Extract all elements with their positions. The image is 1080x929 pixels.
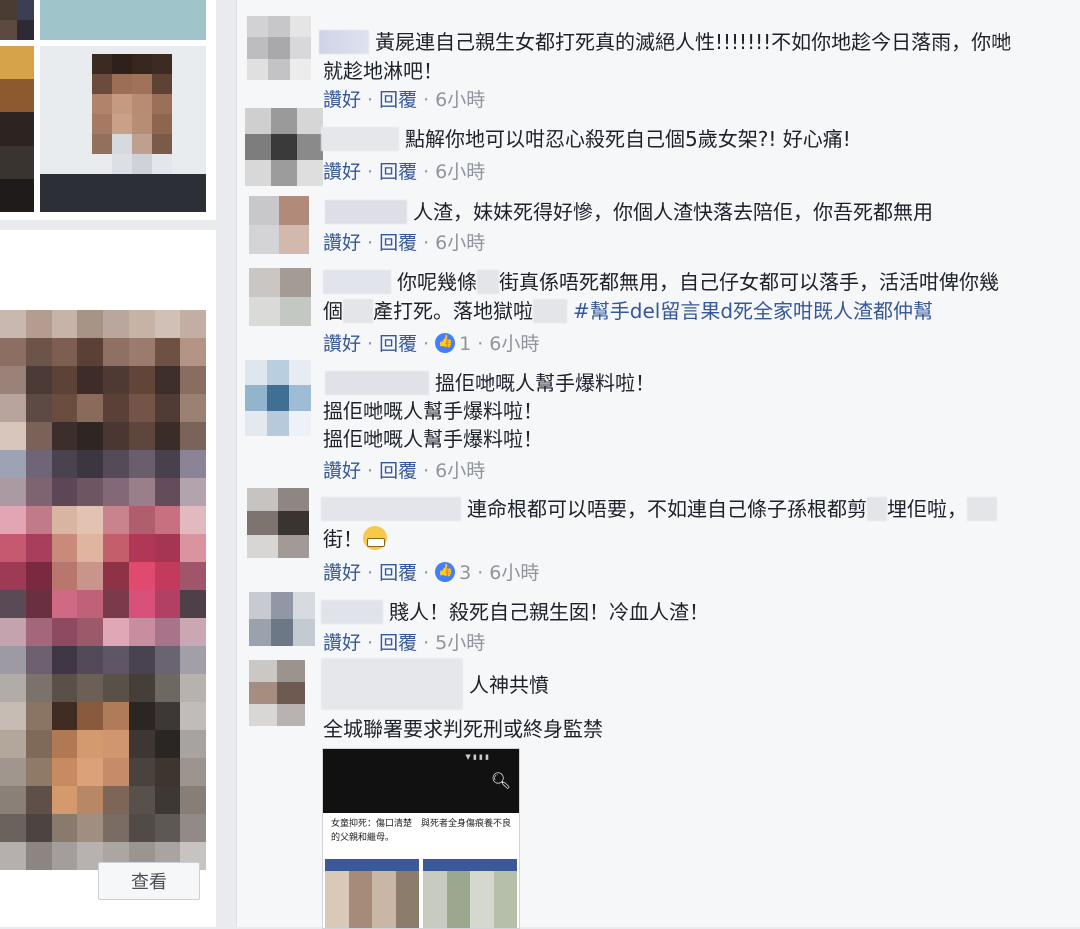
like-link[interactable]: 讚好 xyxy=(323,333,361,355)
blurred-face xyxy=(92,54,172,174)
attachment-caption: 女童抑死：傷口清楚 與死者全身傷痕養不良的父親和繼母。 xyxy=(331,819,512,843)
redacted-text xyxy=(343,299,373,323)
attached-screenshot[interactable]: ▼ ▮ ▮ ▮ 🔍︎ 女童抑死：傷口清楚 與死者全身傷痕養不良的父親和繼母。 xyxy=(322,748,520,929)
comment-text: 搵佢哋嘅人幫手爆料啦！ xyxy=(435,371,655,395)
timestamp[interactable]: 6小時 xyxy=(435,161,485,183)
timestamp[interactable]: 6小時 xyxy=(489,562,539,584)
like-reaction-icon[interactable] xyxy=(435,562,456,582)
redacted-text xyxy=(477,270,499,294)
like-link[interactable]: 讚好 xyxy=(323,161,361,183)
comment-text: 埋佢啦， xyxy=(887,497,967,521)
commenter-avatar[interactable] xyxy=(249,592,315,646)
status-bar: ▼ ▮ ▮ ▮ xyxy=(465,753,489,761)
comment-actions: 讚好 · 回覆 · 5小時 xyxy=(323,632,486,654)
friends-photo-card xyxy=(0,0,216,220)
friend-photo-1[interactable] xyxy=(0,0,34,40)
reply-link[interactable]: 回覆 xyxy=(379,89,417,111)
like-count[interactable]: 1 xyxy=(459,333,471,355)
comment-actions: 讚好 · 回覆 · 6小時 xyxy=(323,89,486,111)
commenter-name[interactable] xyxy=(321,497,461,521)
timestamp[interactable]: 6小時 xyxy=(489,333,539,355)
comment-text: 街真係唔死都無用，自己仔女都可以落手，活活咁俾你幾 xyxy=(499,270,999,294)
commenter-name[interactable] xyxy=(323,270,391,294)
comments-panel: 黃屍連自己親生女都打死真的滅絕人性!!!!!!!不如你地趁今日落雨，你哋 就趁地… xyxy=(236,0,1080,929)
comment-text: 人神共憤 xyxy=(469,673,549,697)
shirt xyxy=(40,174,206,212)
like-link[interactable]: 讚好 xyxy=(323,460,361,482)
attachment-thumbnail xyxy=(423,859,517,928)
comment-text: 你呢幾條 xyxy=(397,270,477,294)
reply-link[interactable]: 回覆 xyxy=(379,333,417,355)
commenter-avatar[interactable] xyxy=(249,268,311,326)
redacted-text xyxy=(533,299,567,323)
commenter-avatar[interactable] xyxy=(249,660,305,726)
friend-photo-2[interactable] xyxy=(40,0,206,40)
like-link[interactable]: 讚好 xyxy=(323,632,361,654)
timestamp[interactable]: 6小時 xyxy=(435,89,485,111)
timestamp[interactable]: 6小時 xyxy=(435,232,485,254)
reply-link[interactable]: 回覆 xyxy=(379,161,417,183)
comment-text-line2: 搵佢哋嘅人幫手爆料啦！ xyxy=(323,399,543,423)
like-link[interactable]: 讚好 xyxy=(323,562,361,584)
like-link[interactable]: 讚好 xyxy=(323,232,361,254)
comment-text: 賤人！殺死自己親生囡！冷血人渣！ xyxy=(389,600,709,624)
like-count[interactable]: 3 xyxy=(459,562,471,584)
commenter-name[interactable] xyxy=(325,371,429,395)
like-reaction-icon[interactable] xyxy=(435,333,456,353)
comment-text: 連命根都可以唔要，不如連自己條子孫根都剪 xyxy=(467,497,867,521)
commenter-name[interactable] xyxy=(321,600,383,624)
comment-text: 人渣，妹妹死得好慘，你個人渣快落去陪佢，你吾死都無用 xyxy=(413,200,933,224)
reply-link[interactable]: 回覆 xyxy=(379,562,417,584)
comment-text: 黃屍連自己親生女都打死真的滅絕人性!!!!!!!不如你地趁今日落雨，你哋 xyxy=(375,30,1012,54)
commenter-name[interactable] xyxy=(325,200,407,224)
see-button[interactable]: 查看 xyxy=(98,862,200,900)
redacted-text xyxy=(867,497,887,521)
commenter-name[interactable] xyxy=(319,30,369,54)
search-icon: 🔍︎ xyxy=(490,771,511,790)
commenter-avatar[interactable] xyxy=(249,196,309,254)
grimace-emoji-icon xyxy=(363,526,387,550)
reply-link[interactable]: 回覆 xyxy=(379,232,417,254)
timestamp[interactable]: 5小時 xyxy=(435,632,485,654)
redacted-text xyxy=(967,497,997,521)
comment-actions: 讚好 · 回覆 · 6小時 xyxy=(323,232,486,254)
comment-text-line2: 全城聯署要求判死刑或終身監禁 xyxy=(323,717,603,741)
comment-actions: 讚好 · 回覆 · 6小時 xyxy=(323,161,486,183)
comment-text: 個 xyxy=(323,299,343,323)
friend-photo-4[interactable] xyxy=(40,46,206,212)
commenter-avatar[interactable] xyxy=(247,16,311,80)
comment-text-line2: 街！ xyxy=(323,527,363,551)
photo-sidebar: 查看 xyxy=(0,0,216,927)
commenter-avatar[interactable] xyxy=(245,108,323,186)
comment-text: 點解你地可以咁忍心殺死自己個5歲女架?! 好心痛! xyxy=(405,127,851,151)
comment-actions: 讚好 · 回覆 · 6小時 xyxy=(323,460,486,482)
reply-link[interactable]: 回覆 xyxy=(379,632,417,654)
friend-photo-3[interactable] xyxy=(0,46,34,212)
blurred-photo-strip xyxy=(0,230,216,927)
timestamp[interactable]: 6小時 xyxy=(435,460,485,482)
comment-text: 產打死。落地獄啦 xyxy=(373,299,533,323)
comment-actions: 讚好·回覆·1·6小時 xyxy=(323,329,539,356)
attachment-thumbnail xyxy=(325,859,419,928)
commenter-name[interactable] xyxy=(321,658,463,710)
commenter-name[interactable] xyxy=(321,127,399,151)
commenter-avatar[interactable] xyxy=(247,488,309,558)
like-link[interactable]: 讚好 xyxy=(323,89,361,111)
commenter-avatar[interactable] xyxy=(245,360,311,436)
comment-actions: 讚好·回覆·3·6小時 xyxy=(323,558,539,585)
reply-link[interactable]: 回覆 xyxy=(379,460,417,482)
hashtag-link[interactable]: #幫手del留言果d死全家咁既人渣都仲幫 xyxy=(573,299,933,323)
comment-text-line3: 搵佢哋嘅人幫手爆料啦！ xyxy=(323,427,543,451)
comment-text-line2: 就趁地淋吧！ xyxy=(323,59,443,83)
